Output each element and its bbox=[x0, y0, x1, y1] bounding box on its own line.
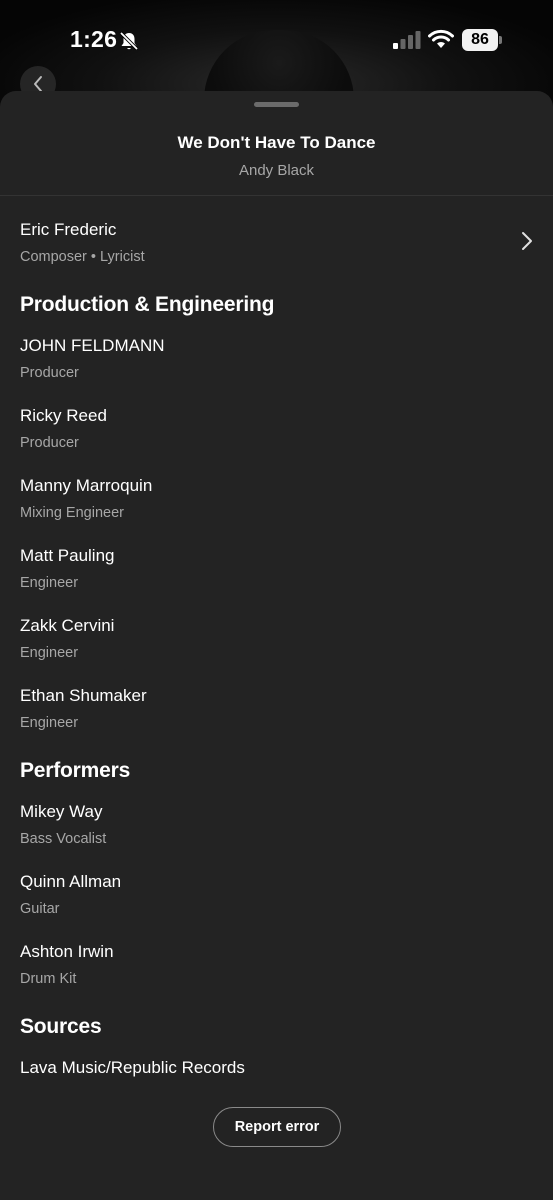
credit-row: Ashton Irwin Drum Kit bbox=[20, 933, 533, 1003]
credit-row: Manny Marroquin Mixing Engineer bbox=[20, 467, 533, 537]
credit-role: Mixing Engineer bbox=[20, 505, 124, 521]
credit-role: Bass Vocalist bbox=[20, 831, 107, 847]
credit-name: Matt Pauling bbox=[20, 546, 115, 565]
credit-role: Engineer bbox=[20, 645, 79, 661]
cellular-signal-icon bbox=[393, 31, 421, 49]
credit-role: Producer bbox=[20, 365, 79, 381]
credits-sheet: We Don't Have To Dance Andy Black Eric F… bbox=[0, 91, 553, 1200]
credit-row-eric-frederic[interactable]: Eric Frederic Composer • Lyricist bbox=[20, 211, 533, 281]
report-error-button[interactable]: Report error bbox=[213, 1107, 341, 1147]
wifi-icon bbox=[428, 29, 454, 48]
bell-slash-icon bbox=[119, 31, 139, 51]
song-title: We Don't Have To Dance bbox=[177, 133, 376, 152]
credit-role: Producer bbox=[20, 435, 79, 451]
credit-name: Ashton Irwin bbox=[20, 942, 114, 961]
battery-nub bbox=[499, 36, 502, 44]
credits-list: Eric Frederic Composer • Lyricist Produc… bbox=[20, 211, 533, 1099]
credit-role: Engineer bbox=[20, 575, 79, 591]
credit-name: JOHN FELDMANN bbox=[20, 336, 165, 355]
credit-name: Manny Marroquin bbox=[20, 476, 153, 495]
credit-row: Mikey Way Bass Vocalist bbox=[20, 793, 533, 863]
status-time: 1:26 bbox=[70, 26, 118, 52]
credit-name: Mikey Way bbox=[20, 802, 103, 821]
status-bar: 1:26 86 bbox=[0, 0, 553, 82]
credit-role: Drum Kit bbox=[20, 971, 77, 987]
section-title-production: Production & Engineering bbox=[20, 293, 275, 316]
section-title-sources: Sources bbox=[20, 1015, 102, 1038]
credit-row: Ricky Reed Producer bbox=[20, 397, 533, 467]
credit-row: Zakk Cervini Engineer bbox=[20, 607, 533, 677]
credit-name: Ethan Shumaker bbox=[20, 686, 147, 705]
chevron-right-icon bbox=[522, 232, 532, 250]
credit-row: Quinn Allman Guitar bbox=[20, 863, 533, 933]
credit-role: Guitar bbox=[20, 901, 60, 917]
credit-row: JOHN FELDMANN Producer bbox=[20, 327, 533, 397]
credit-name: Zakk Cervini bbox=[20, 616, 115, 635]
credit-name: Quinn Allman bbox=[20, 872, 122, 891]
credit-name: Ricky Reed bbox=[20, 406, 107, 425]
credit-row: Matt Pauling Engineer bbox=[20, 537, 533, 607]
credit-role: Engineer bbox=[20, 715, 79, 731]
credit-role: Composer • Lyricist bbox=[20, 249, 145, 265]
battery-icon: 86 bbox=[462, 29, 498, 51]
credit-row: Ethan Shumaker Engineer bbox=[20, 677, 533, 747]
section-title-performers: Performers bbox=[20, 759, 131, 782]
sheet-grabber[interactable] bbox=[254, 102, 299, 107]
credit-name: Eric Frederic bbox=[20, 220, 117, 239]
song-artist: Andy Black bbox=[238, 162, 315, 179]
source-item: Lava Music/Republic Records bbox=[20, 1058, 245, 1077]
header-divider bbox=[0, 195, 553, 196]
